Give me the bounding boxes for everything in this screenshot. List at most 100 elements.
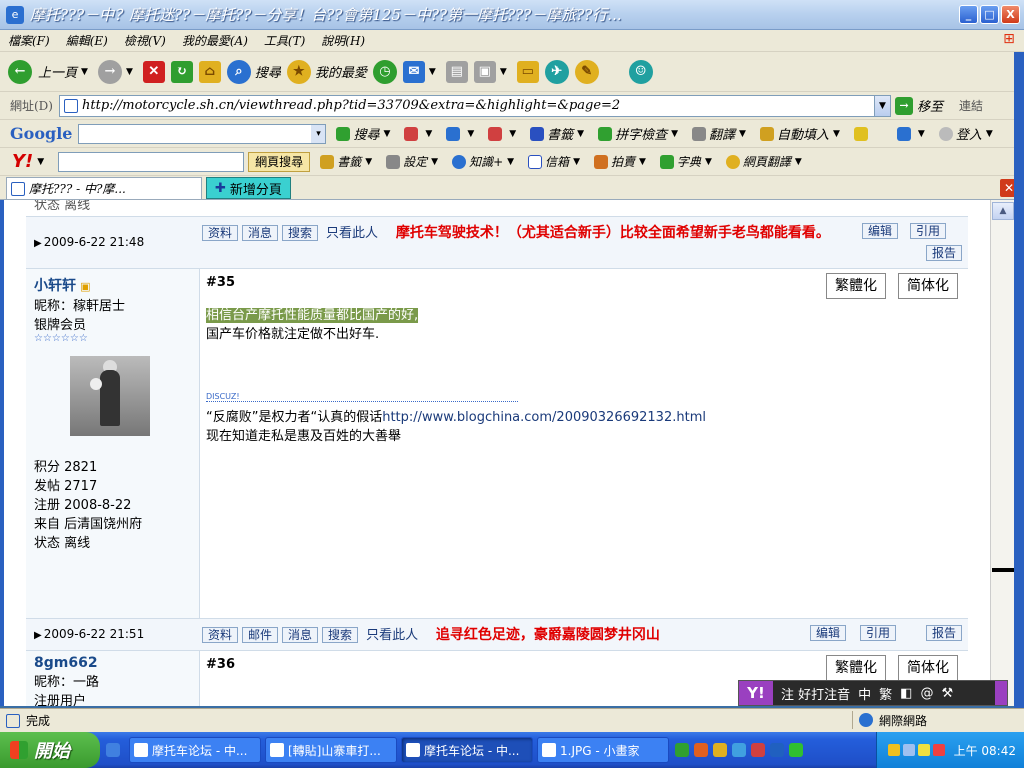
app-icon-ie[interactable] bbox=[732, 743, 746, 757]
app-icon-media[interactable] bbox=[770, 743, 784, 757]
user-avatar[interactable] bbox=[70, 356, 150, 436]
bookmarks-dropdown-icon[interactable]: ▼ bbox=[577, 129, 584, 139]
search-posts-button-35[interactable]: 搜索 bbox=[322, 627, 359, 643]
message-button[interactable]: 消息 bbox=[242, 225, 279, 241]
research-button[interactable]: ✎ bbox=[574, 59, 599, 84]
note-button[interactable]: ▭ bbox=[516, 60, 539, 83]
google-search-button[interactable]: 搜尋 ▼ bbox=[336, 124, 394, 143]
yahoo-translate-dropdown-icon[interactable]: ▼ bbox=[795, 157, 802, 167]
profile-button[interactable]: 资料 bbox=[202, 225, 239, 241]
translate-dropdown-icon[interactable]: ▼ bbox=[739, 129, 746, 139]
menu-file[interactable]: 檔案(F) bbox=[0, 32, 58, 49]
address-url[interactable]: http://motorcycle.sh.cn/viewthread.php?t… bbox=[82, 98, 874, 113]
yahoo-search-button[interactable]: 網頁搜尋 bbox=[248, 151, 311, 172]
ime-tool-icon[interactable]: ⚒ bbox=[941, 686, 953, 701]
quote-post-button-35[interactable]: 引用 bbox=[860, 625, 897, 641]
google-spellcheck-button[interactable]: 拼字檢查 ▼ bbox=[598, 124, 682, 143]
plus-dropdown-icon[interactable]: ▼ bbox=[467, 129, 474, 139]
mail-dropdown-icon[interactable]: ▼ bbox=[429, 67, 436, 77]
back-dropdown-icon[interactable]: ▼ bbox=[81, 67, 88, 77]
print-button[interactable]: ▤ bbox=[445, 60, 468, 83]
username-link-36[interactable]: 8gm662 bbox=[34, 655, 199, 671]
traditional-convert-button-36[interactable]: 繁體化 bbox=[826, 655, 886, 681]
minimize-button[interactable]: _ bbox=[959, 5, 978, 24]
simplified-convert-button-36[interactable]: 简体化 bbox=[898, 655, 958, 681]
settings-dropdown-icon[interactable]: ▼ bbox=[918, 129, 925, 139]
yahoo-knowledge-button[interactable]: 知識+ ▼ bbox=[452, 153, 518, 170]
go-button[interactable]: → 移至 bbox=[895, 96, 943, 115]
forward-dropdown-icon[interactable]: ▼ bbox=[126, 67, 133, 77]
address-dropdown-icon[interactable]: ▼ bbox=[874, 95, 890, 116]
signature-link-35[interactable]: 追寻红色足迹，豪爵嘉陵圆梦井冈山 bbox=[436, 627, 660, 643]
quote-post-button[interactable]: 引用 bbox=[910, 223, 947, 239]
report-post-button[interactable]: 报告 bbox=[926, 245, 963, 261]
maximize-button[interactable]: □ bbox=[980, 5, 999, 24]
google-autofill-button[interactable]: 自動填入 ▼ bbox=[759, 124, 844, 143]
message-button-35[interactable]: 消息 bbox=[282, 627, 319, 643]
menu-tools[interactable]: 工具(T) bbox=[256, 32, 313, 49]
address-input[interactable]: http://motorcycle.sh.cn/viewthread.php?t… bbox=[59, 94, 891, 117]
links-button[interactable]: 連結 bbox=[959, 97, 983, 114]
app-icon-p[interactable] bbox=[694, 743, 708, 757]
scroll-thumb[interactable] bbox=[992, 568, 1014, 572]
google-plus-button[interactable]: ▼ bbox=[446, 126, 478, 141]
ime-traditional-toggle[interactable]: 繁 bbox=[879, 684, 892, 703]
menu-view[interactable]: 檢視(V) bbox=[116, 32, 174, 49]
only-this-user-link-35[interactable]: 只看此人 bbox=[366, 628, 418, 643]
ime-mode-text[interactable]: 注 好打注音 bbox=[781, 684, 850, 703]
taskbar-item-1[interactable]: 摩托车论坛 - 中... bbox=[129, 737, 261, 763]
new-tab-button[interactable]: ✚ 新增分頁 bbox=[206, 177, 291, 199]
google-popup-button[interactable]: ▼ bbox=[488, 126, 520, 141]
yahoo-auction-button[interactable]: 拍賣 ▼ bbox=[593, 153, 650, 170]
mail-button[interactable]: ✉ ▼ bbox=[402, 60, 440, 83]
google-translate-button[interactable]: 翻譯 ▼ bbox=[692, 124, 750, 143]
email-button-35[interactable]: 邮件 bbox=[242, 627, 279, 643]
menu-favorites[interactable]: 我的最愛(A) bbox=[174, 32, 256, 49]
search-posts-button[interactable]: 搜索 bbox=[282, 225, 319, 241]
vertical-scrollbar[interactable]: ▲ bbox=[990, 200, 1014, 706]
google-login-button[interactable]: 登入 ▼ bbox=[938, 124, 997, 143]
tray-expand-icon[interactable] bbox=[887, 744, 900, 756]
favorites-button[interactable]: ★ 我的最愛 bbox=[286, 59, 367, 84]
clock[interactable]: 上午 08:42 bbox=[954, 742, 1016, 759]
google-search-input[interactable] bbox=[78, 123, 327, 144]
google-bookmarks-button[interactable]: 書籤 ▼ bbox=[530, 124, 588, 143]
spellcheck-dropdown-icon[interactable]: ▼ bbox=[671, 129, 678, 139]
menu-edit[interactable]: 編輯(E) bbox=[58, 32, 116, 49]
google-search-dropdown-icon[interactable]: ▼ bbox=[383, 129, 390, 139]
ime-handle[interactable] bbox=[995, 681, 1007, 705]
tray-star-icon[interactable] bbox=[917, 744, 930, 756]
signature-url-link[interactable]: http://www.blogchina.com/20090326692132.… bbox=[382, 410, 706, 425]
close-button[interactable]: X bbox=[1001, 5, 1020, 24]
home-button[interactable]: ⌂ bbox=[198, 60, 221, 83]
taskbar-item-4[interactable]: 1.JPG - 小畫家 bbox=[537, 737, 669, 763]
back-button[interactable]: ← 上一頁 ▼ bbox=[8, 59, 92, 84]
news-dropdown-icon[interactable]: ▼ bbox=[425, 129, 432, 139]
menu-help[interactable]: 說明(H) bbox=[313, 32, 373, 49]
signature-link[interactable]: 摩托车驾驶技术！（尤其适合新手）比较全面希望新手老鸟都能看看。 bbox=[396, 225, 830, 241]
ime-halfwidth-icon[interactable]: ◧ bbox=[900, 686, 912, 701]
auction-dropdown-icon[interactable]: ▼ bbox=[639, 157, 646, 167]
only-this-user-link[interactable]: 只看此人 bbox=[326, 226, 378, 241]
edit-post-button-35[interactable]: 编辑 bbox=[810, 625, 847, 641]
yahoo-translate-button[interactable]: 網頁翻譯 ▼ bbox=[725, 153, 806, 170]
search-button[interactable]: ⌕ 搜尋 bbox=[226, 59, 281, 84]
popup-dropdown-icon[interactable]: ▼ bbox=[509, 129, 516, 139]
google-settings-button[interactable]: ▼ bbox=[896, 126, 929, 141]
dictionary-dropdown-icon[interactable]: ▼ bbox=[705, 157, 712, 167]
yahoo-bookmarks-dropdown-icon[interactable]: ▼ bbox=[365, 157, 372, 167]
username-link[interactable]: 小轩轩 bbox=[34, 278, 76, 294]
app-icon-1[interactable] bbox=[675, 743, 689, 757]
forward-button[interactable]: → ▼ bbox=[97, 59, 137, 84]
scroll-up-icon[interactable]: ▲ bbox=[992, 202, 1014, 220]
yahoo-dictionary-button[interactable]: 字典 ▼ bbox=[659, 153, 716, 170]
quicklaunch-ie-icon[interactable] bbox=[106, 743, 120, 757]
tray-network-icon[interactable] bbox=[902, 744, 915, 756]
yahoo-logo-icon[interactable]: Y! bbox=[12, 151, 33, 172]
simplified-convert-button[interactable]: 简体化 bbox=[898, 273, 958, 299]
messenger-button[interactable]: ✈ bbox=[544, 59, 569, 84]
refresh-button[interactable]: ↻ bbox=[170, 60, 193, 83]
tray-security-icon[interactable] bbox=[932, 744, 945, 756]
start-button[interactable]: 開始 bbox=[0, 732, 100, 768]
stop-button[interactable]: ✕ bbox=[142, 60, 165, 83]
